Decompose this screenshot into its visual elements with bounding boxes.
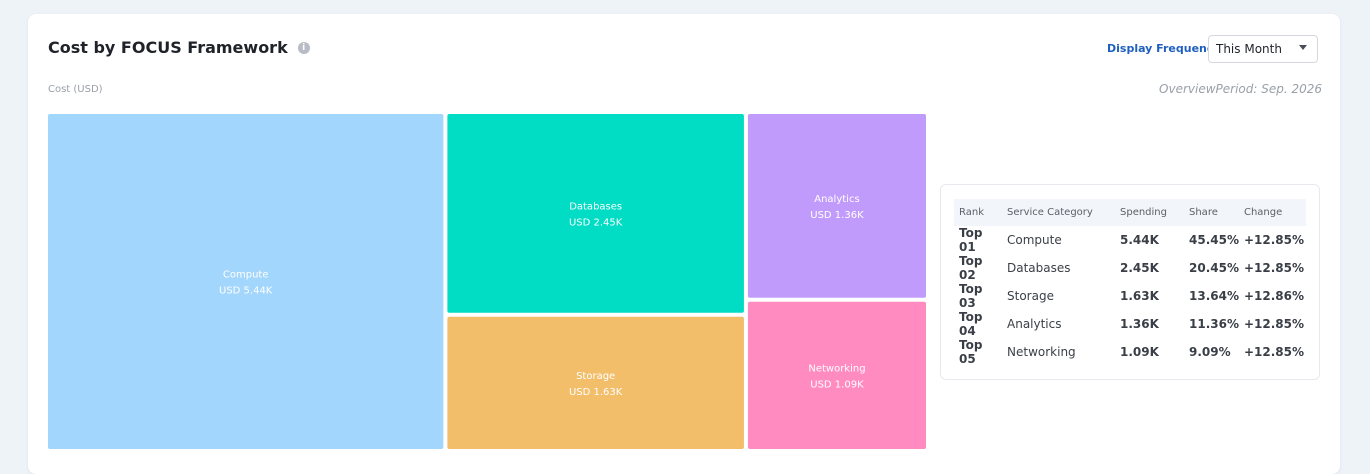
table-row: Top 05 Networking 1.09K 9.09% +12.85% bbox=[954, 338, 1306, 366]
treemap-name-label: Databases bbox=[569, 201, 622, 212]
col-change: Change bbox=[1238, 199, 1306, 226]
share-cell: 45.45% bbox=[1189, 233, 1239, 247]
ranking-header-row: Rank Service Category Spending Share Cha… bbox=[954, 199, 1306, 226]
treemap-value-label: USD 1.36K bbox=[810, 210, 864, 221]
table-row: Top 01 Compute 5.44K 45.45% +12.85% bbox=[954, 226, 1306, 254]
category-cell: Analytics bbox=[1007, 317, 1062, 331]
ranking-card: Rank Service Category Spending Share Cha… bbox=[940, 184, 1320, 380]
treemap-rect-compute[interactable] bbox=[48, 114, 444, 449]
share-cell: 20.45% bbox=[1189, 261, 1239, 275]
treemap-rect-analytics[interactable] bbox=[747, 114, 926, 298]
rank-cell: Top 05 bbox=[959, 338, 983, 366]
category-cell: Compute bbox=[1007, 233, 1062, 247]
col-rank: Rank bbox=[954, 199, 1002, 226]
share-cell: 13.64% bbox=[1189, 289, 1239, 303]
spending-cell: 2.45K bbox=[1120, 261, 1159, 275]
share-cell: 9.09% bbox=[1189, 345, 1231, 359]
category-cell: Networking bbox=[1007, 345, 1076, 359]
share-cell: 11.36% bbox=[1189, 317, 1239, 331]
treemap-tile-storage[interactable]: Storage USD 1.63K bbox=[447, 316, 744, 449]
treemap-name-label: Compute bbox=[223, 270, 269, 281]
spending-cell: 5.44K bbox=[1120, 233, 1159, 247]
treemap-name-label: Analytics bbox=[814, 194, 859, 205]
change-cell: +12.85% bbox=[1243, 317, 1305, 331]
treemap-value-label: USD 5.44K bbox=[219, 286, 273, 297]
change-cell: +12.85% bbox=[1243, 345, 1305, 359]
treemap-rect-storage[interactable] bbox=[447, 316, 744, 449]
table-row: Top 04 Analytics 1.36K 11.36% +12.85% bbox=[954, 310, 1306, 338]
treemap-tile-analytics[interactable]: Analytics USD 1.36K bbox=[747, 114, 926, 298]
rank-cell: Top 03 bbox=[959, 282, 983, 310]
spending-cell: 1.36K bbox=[1120, 317, 1159, 331]
category-cell: Storage bbox=[1007, 289, 1054, 303]
rank-cell: Top 04 bbox=[959, 310, 983, 338]
spending-cell: 1.63K bbox=[1120, 289, 1159, 303]
rank-cell: Top 01 bbox=[959, 226, 983, 254]
table-row: Top 03 Storage 1.63K 13.64% +12.86% bbox=[954, 282, 1306, 310]
treemap-tile-compute[interactable]: Compute USD 5.44K bbox=[48, 114, 444, 449]
treemap-rect-networking[interactable] bbox=[747, 301, 926, 449]
treemap-tile-databases[interactable]: Databases USD 2.45K bbox=[447, 114, 744, 313]
treemap-value-label: USD 1.63K bbox=[569, 387, 623, 398]
rank-cell: Top 02 bbox=[959, 254, 983, 282]
treemap-value-label: USD 2.45K bbox=[569, 217, 623, 228]
change-cell: +12.85% bbox=[1243, 233, 1305, 247]
treemap-name-label: Networking bbox=[808, 363, 865, 374]
treemap-name-label: Storage bbox=[576, 371, 615, 382]
spending-cell: 1.09K bbox=[1120, 345, 1159, 359]
col-share: Share bbox=[1184, 199, 1239, 226]
change-cell: +12.85% bbox=[1243, 261, 1305, 275]
ranking-table: Rank Service Category Spending Share Cha… bbox=[954, 199, 1306, 366]
category-cell: Databases bbox=[1007, 261, 1071, 275]
treemap-tile-networking[interactable]: Networking USD 1.09K bbox=[747, 301, 926, 449]
treemap-value-label: USD 1.09K bbox=[810, 379, 864, 390]
col-spending: Spending bbox=[1115, 199, 1184, 226]
change-cell: +12.86% bbox=[1243, 289, 1305, 303]
col-service-category: Service Category bbox=[1002, 199, 1115, 226]
treemap-rect-databases[interactable] bbox=[447, 114, 744, 313]
table-row: Top 02 Databases 2.45K 20.45% +12.85% bbox=[954, 254, 1306, 282]
